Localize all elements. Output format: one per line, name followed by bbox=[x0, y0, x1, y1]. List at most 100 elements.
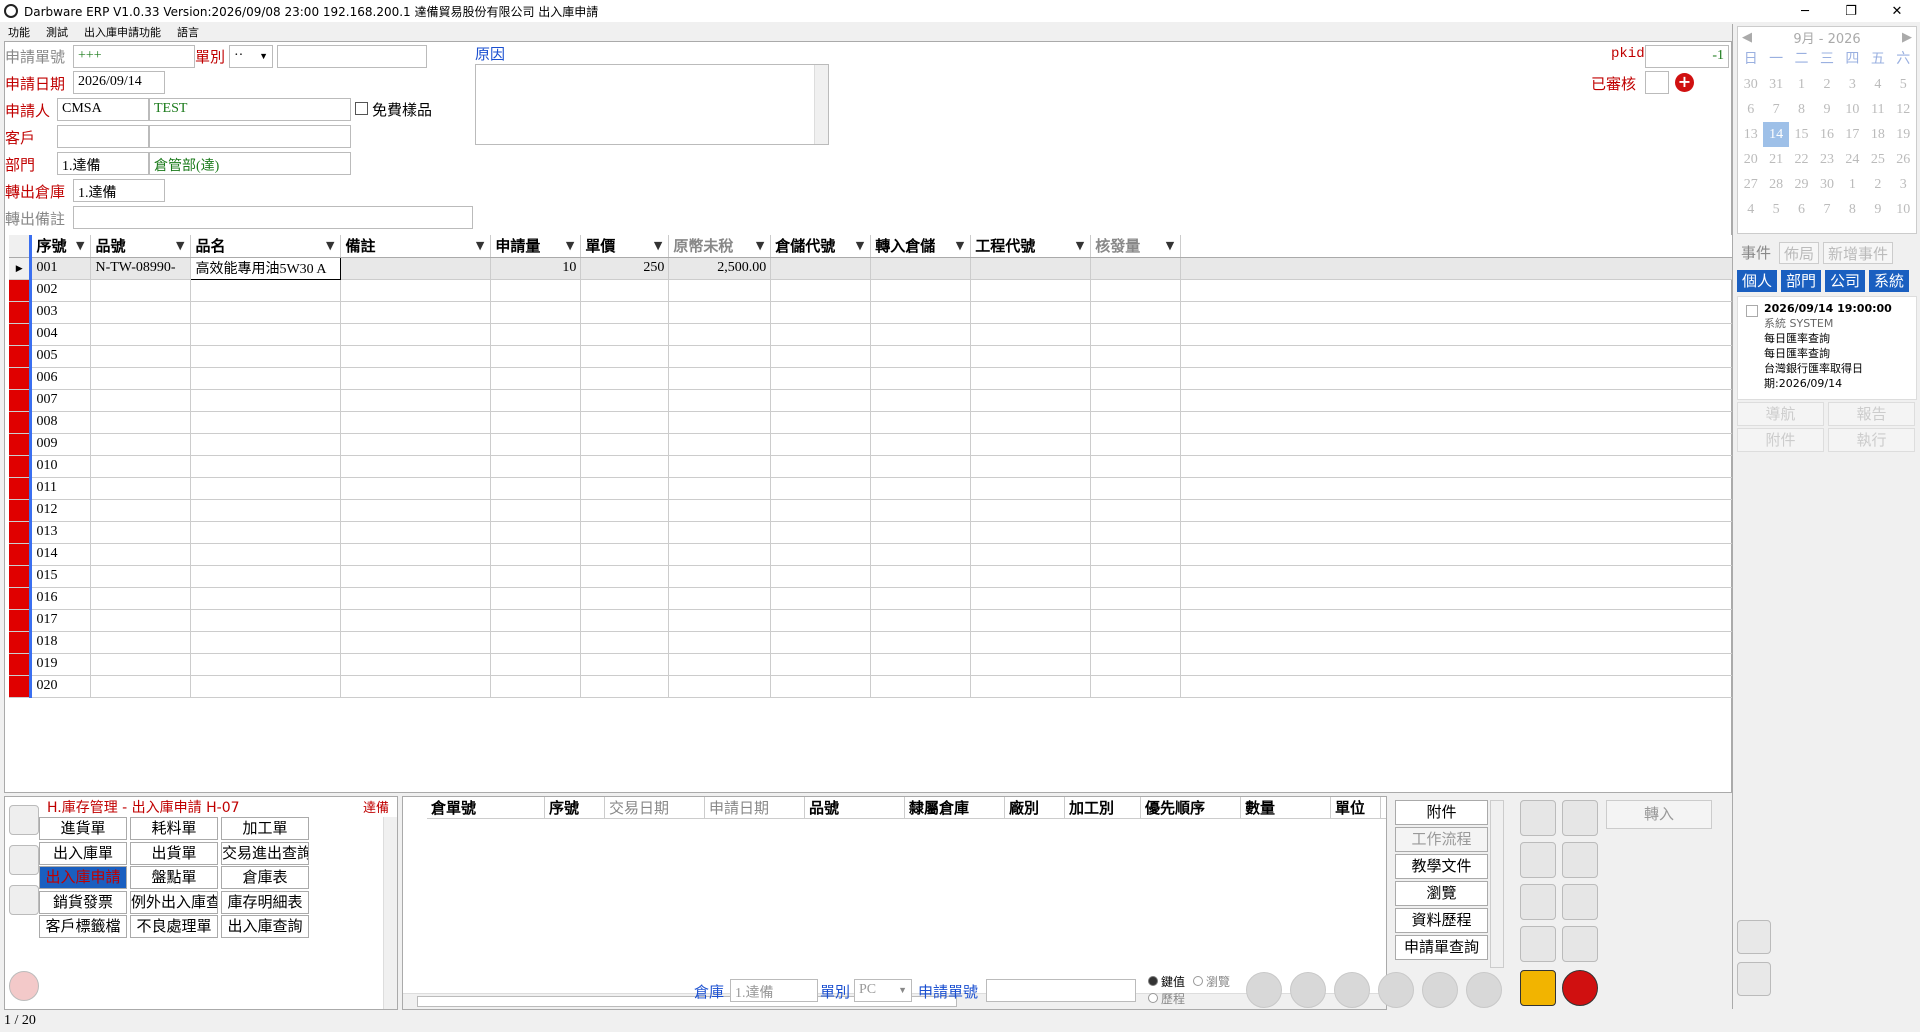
cell-issued-qty[interactable] bbox=[1090, 499, 1182, 522]
calendar-day[interactable]: 2 bbox=[1865, 172, 1890, 197]
filter-wh-field[interactable]: 1.達備 bbox=[730, 979, 818, 1002]
row-marker[interactable] bbox=[9, 389, 33, 412]
cell-unit-price[interactable] bbox=[580, 301, 670, 324]
table-row[interactable]: 020 bbox=[9, 675, 1733, 698]
cell-in-wh[interactable] bbox=[870, 367, 972, 390]
stock-col-unit[interactable]: 單位 bbox=[1331, 797, 1381, 818]
calendar-day[interactable]: 28 bbox=[1763, 172, 1788, 197]
calendar-day[interactable]: 24 bbox=[1840, 147, 1865, 172]
calendar-day[interactable]: 8 bbox=[1789, 97, 1814, 122]
calendar-day[interactable]: 4 bbox=[1865, 72, 1890, 97]
cell-unit-price[interactable] bbox=[580, 367, 670, 390]
cell-issued-qty[interactable] bbox=[1090, 653, 1182, 676]
calendar-day[interactable]: 30 bbox=[1814, 172, 1839, 197]
cell-project[interactable] bbox=[970, 587, 1092, 610]
cell-amount[interactable] bbox=[668, 565, 772, 588]
prev-record-icon[interactable] bbox=[1290, 972, 1326, 1008]
cell-note[interactable] bbox=[340, 411, 492, 434]
nav-defect-handling-button[interactable]: 不良處理單 bbox=[130, 915, 218, 938]
delete-icon[interactable] bbox=[1520, 926, 1556, 962]
attachment-button[interactable]: 附件 bbox=[1395, 800, 1488, 825]
cell-project[interactable] bbox=[970, 609, 1092, 632]
calendar-day[interactable]: 1 bbox=[1789, 72, 1814, 97]
cell-wh-code[interactable] bbox=[770, 279, 872, 302]
row-marker[interactable] bbox=[9, 565, 33, 588]
cell-project[interactable] bbox=[970, 411, 1092, 434]
cell-in-wh[interactable] bbox=[870, 543, 972, 566]
row-marker[interactable] bbox=[9, 301, 33, 324]
cell-project[interactable] bbox=[970, 433, 1092, 456]
cell-unit-price[interactable] bbox=[580, 411, 670, 434]
menu-test[interactable]: 測試 bbox=[38, 22, 76, 40]
save-icon[interactable] bbox=[1520, 970, 1556, 1006]
cell-in-wh[interactable] bbox=[870, 565, 972, 588]
table-row[interactable]: ▶ 001 N-TW-08990- 高效能專用油5W30 A 10 250 2,500.00 bbox=[9, 256, 1733, 280]
cell-req-qty[interactable] bbox=[490, 499, 582, 522]
cell-req-qty[interactable] bbox=[490, 433, 582, 456]
table-row[interactable]: 014 bbox=[9, 543, 1733, 566]
report-button[interactable]: 報告 bbox=[1828, 402, 1915, 426]
cell-amount[interactable] bbox=[668, 433, 772, 456]
document-icon[interactable] bbox=[9, 805, 39, 835]
table-row[interactable]: 009 bbox=[9, 433, 1733, 456]
up-arrow-icon[interactable] bbox=[9, 971, 39, 1001]
cell-note[interactable] bbox=[340, 455, 492, 478]
calendar-day[interactable]: 2 bbox=[1814, 72, 1839, 97]
cell-req-qty[interactable] bbox=[490, 565, 582, 588]
cell-unit-price[interactable] bbox=[580, 433, 670, 456]
cell-note[interactable] bbox=[340, 521, 492, 544]
cell-item-no[interactable] bbox=[90, 499, 192, 522]
cell-wh-code[interactable] bbox=[770, 345, 872, 368]
cell-in-wh[interactable] bbox=[870, 499, 972, 522]
cell-amount[interactable] bbox=[668, 279, 772, 302]
stock-col-process[interactable]: 加工別 bbox=[1065, 797, 1141, 818]
cell-note[interactable] bbox=[340, 675, 492, 698]
cell-unit-price[interactable]: 250 bbox=[580, 257, 670, 280]
cell-req-qty[interactable] bbox=[490, 389, 582, 412]
cell-item-no[interactable] bbox=[90, 279, 192, 302]
row-marker[interactable] bbox=[9, 521, 33, 544]
navigate-button[interactable]: 導航 bbox=[1737, 402, 1824, 426]
cell-seq[interactable]: 010 bbox=[30, 455, 92, 478]
cell-unit-price[interactable] bbox=[580, 631, 670, 654]
cell-item-no[interactable] bbox=[90, 477, 192, 500]
calendar-day[interactable]: 20 bbox=[1738, 147, 1763, 172]
cell-project[interactable] bbox=[970, 477, 1092, 500]
filter-icon[interactable]: ▼ bbox=[756, 239, 764, 252]
out-note-field[interactable] bbox=[73, 206, 473, 229]
cell-item-no[interactable] bbox=[90, 543, 192, 566]
cell-project[interactable] bbox=[970, 631, 1092, 654]
cell-wh-code[interactable] bbox=[770, 367, 872, 390]
browse-button[interactable]: 瀏覽 bbox=[1395, 881, 1488, 906]
filter-icon[interactable]: ▼ bbox=[76, 239, 84, 252]
col-header-in-wh[interactable]: 轉入倉儲 ▼ bbox=[870, 235, 972, 258]
cell-project[interactable] bbox=[970, 279, 1092, 302]
filter-icon[interactable]: ▼ bbox=[956, 239, 964, 252]
cell-seq[interactable]: 008 bbox=[30, 411, 92, 434]
calendar-day[interactable]: 5 bbox=[1891, 72, 1916, 97]
col-header-seq[interactable]: 序號 ▼ bbox=[30, 235, 92, 258]
calendar-day[interactable]: 14 bbox=[1763, 122, 1789, 147]
calendar-day[interactable]: 30 bbox=[1738, 72, 1763, 97]
cell-wh-code[interactable] bbox=[770, 609, 872, 632]
row-marker[interactable] bbox=[9, 543, 33, 566]
cell-item-name[interactable] bbox=[190, 675, 342, 698]
cell-unit-price[interactable] bbox=[580, 389, 670, 412]
insert-row-icon[interactable] bbox=[1520, 842, 1556, 878]
cell-item-no[interactable]: N-TW-08990- bbox=[90, 257, 192, 280]
cell-item-name[interactable] bbox=[190, 631, 342, 654]
filter-icon[interactable]: ▼ bbox=[1166, 239, 1174, 252]
calendar-day[interactable]: 21 bbox=[1763, 147, 1788, 172]
cell-item-name[interactable] bbox=[190, 609, 342, 632]
stock-col-trans-date[interactable]: 交易日期 bbox=[605, 797, 705, 818]
nav-stocktake-order-button[interactable]: 盤點單 bbox=[130, 866, 218, 889]
reason-textarea[interactable] bbox=[475, 64, 829, 145]
cell-seq[interactable]: 001 bbox=[30, 257, 92, 280]
cell-item-no[interactable] bbox=[90, 587, 192, 610]
cell-item-name[interactable] bbox=[190, 499, 342, 522]
refresh-icon[interactable] bbox=[1334, 972, 1370, 1008]
cell-project[interactable] bbox=[970, 543, 1092, 566]
nav-warehouse-table-button[interactable]: 倉庫表 bbox=[221, 866, 309, 889]
cell-item-no[interactable] bbox=[90, 631, 192, 654]
cell-item-no[interactable] bbox=[90, 411, 192, 434]
